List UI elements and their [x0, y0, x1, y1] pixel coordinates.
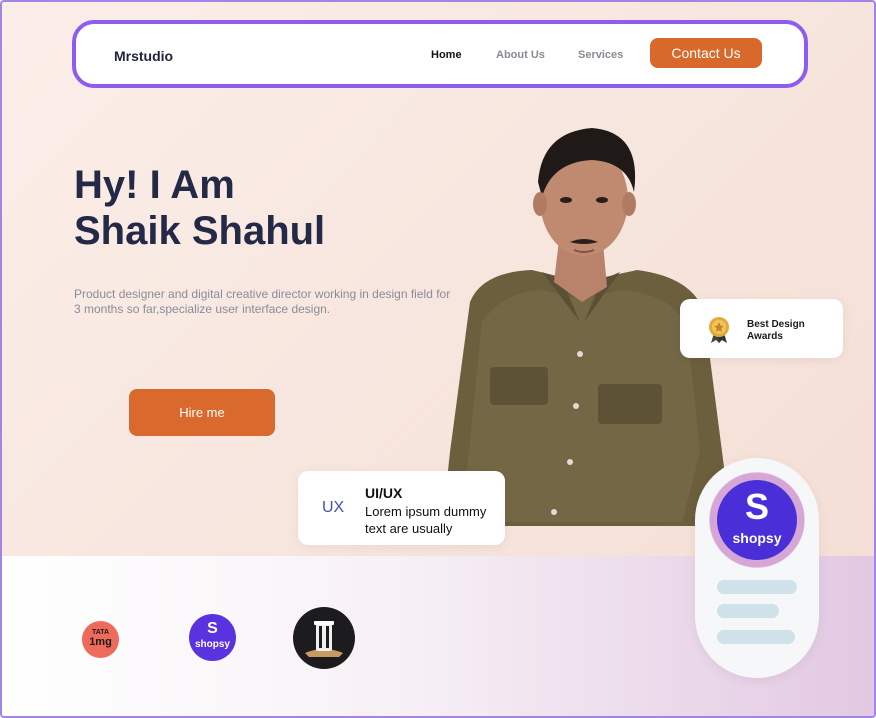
- ux-card-title: UI/UX: [365, 485, 403, 501]
- hero-title-line1: Hy! I Am: [74, 163, 235, 207]
- logo-tata-1mg[interactable]: TATA 1mg: [82, 621, 119, 658]
- 1mg-label: 1mg: [89, 636, 112, 648]
- ux-card: UX UI/UX Lorem ipsum dummy text are usua…: [298, 471, 505, 545]
- pillar-icon: [305, 621, 343, 657]
- hero-title: Hy! I Am Shaik Shahul: [74, 162, 325, 254]
- ux-card-description: Lorem ipsum dummy text are usually: [365, 504, 487, 536]
- nav-link-services[interactable]: Services: [578, 49, 623, 61]
- placeholder-bar: [717, 604, 779, 618]
- nav-link-home[interactable]: Home: [431, 49, 462, 61]
- page-frame: Mrstudio Home About Us Services Contact …: [0, 0, 876, 718]
- ux-badge: UX: [322, 499, 345, 516]
- shopsy-pill-card: S shopsy: [695, 458, 819, 678]
- shopsy-logo[interactable]: S shopsy: [717, 480, 797, 560]
- placeholder-bar: [717, 580, 797, 594]
- tata-label: TATA: [91, 629, 110, 636]
- nav-link-about[interactable]: About Us: [496, 49, 545, 61]
- brand-logo[interactable]: Mrstudio: [114, 48, 173, 64]
- hero-title-line2: Shaik Shahul: [74, 209, 326, 253]
- award-label: Best Design Awards: [747, 319, 805, 342]
- logo-pillar-app[interactable]: [293, 607, 355, 669]
- contact-us-button[interactable]: Contact Us: [650, 38, 762, 68]
- hero-description: Product designer and digital creative di…: [74, 287, 451, 316]
- shopsy-small-text: shopsy: [194, 639, 230, 650]
- shopsy-small-letter: S: [207, 620, 218, 637]
- placeholder-bar: [717, 630, 795, 644]
- navbar: Mrstudio Home About Us Services Contact …: [72, 20, 808, 88]
- award-card: Best Design Awards: [680, 299, 843, 358]
- logo-shopsy[interactable]: S shopsy: [189, 614, 236, 661]
- shopsy-logo-text: shopsy: [732, 530, 782, 546]
- award-medal-icon: [709, 317, 729, 343]
- hire-me-button[interactable]: Hire me: [129, 389, 275, 436]
- shopsy-logo-letter: S: [744, 486, 769, 527]
